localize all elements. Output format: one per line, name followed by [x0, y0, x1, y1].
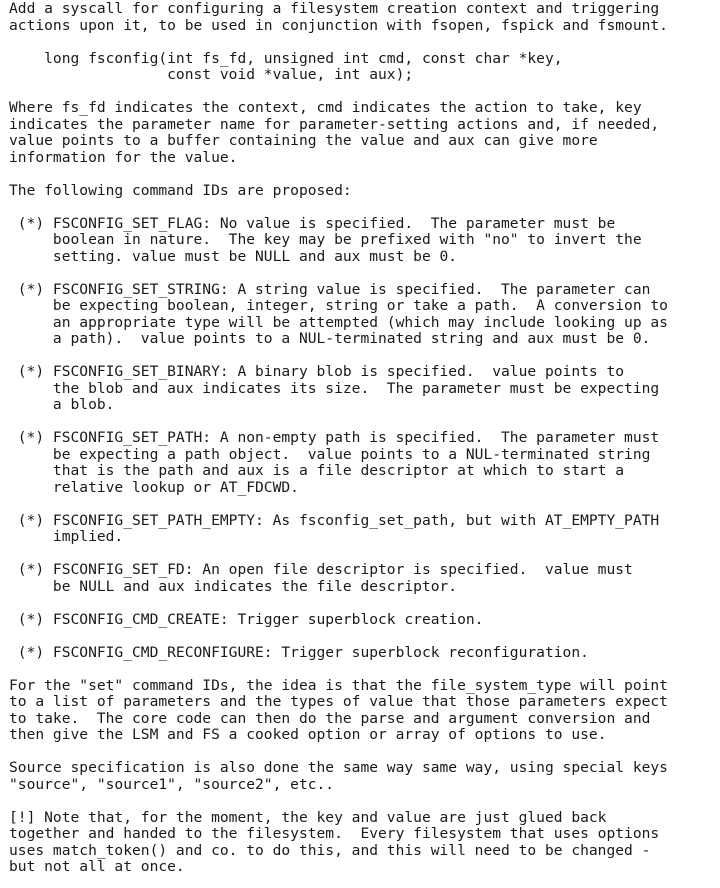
text-line: [!] Note that, for the moment, the key a… [9, 808, 607, 826]
text-line [9, 166, 668, 183]
text-line: Add a syscall for configuring a filesyst… [9, 0, 660, 17]
text-line: indicates the parameter name for paramet… [9, 115, 660, 133]
text-line [9, 595, 668, 612]
text-line: (*) FSCONFIG_SET_PATH_EMPTY: As fsconfig… [9, 511, 660, 529]
text-line: (*) FSCONFIG_SET_FD: An open file descri… [9, 561, 633, 578]
text-line [9, 199, 668, 216]
text-line: relative lookup or AT_FDCWD. [9, 478, 299, 496]
text-line: but not all at once. [9, 858, 185, 875]
text-line: For the "set" command IDs, the idea is t… [9, 676, 668, 694]
text-line: an appropriate type will be attempted (w… [9, 313, 668, 331]
text-line [9, 628, 668, 645]
text-line: implied. [9, 528, 124, 545]
text-line [9, 793, 668, 810]
text-line [9, 546, 668, 563]
text-line [9, 265, 668, 282]
text-line: Source specification is also done the sa… [9, 759, 668, 776]
text-line: the blob and aux indicates its size. The… [9, 379, 660, 397]
text-line [9, 348, 668, 365]
text-line: be NULL and aux indicates the file descr… [9, 577, 458, 595]
text-line: a path). value points to a NUL-terminate… [9, 330, 651, 347]
text-line: to a list of parameters and the types of… [9, 693, 668, 710]
text-line: to take. The core code can then do the p… [9, 709, 651, 727]
text-line: boolean in nature. The key may be prefix… [9, 231, 642, 248]
text-line: uses match_token() and co. to do this, a… [9, 841, 651, 859]
text-line: The following command IDs are proposed: [9, 181, 352, 199]
text-line [9, 661, 668, 678]
text-line: setting. value must be NULL and aux must… [9, 247, 458, 265]
text-line: (*) FSCONFIG_SET_FLAG: No value is speci… [9, 214, 616, 232]
text-line [9, 84, 668, 101]
text-line: long fsconfig(int fs_fd, unsigned int cm… [9, 49, 563, 67]
text-line: const void *value, int aux); [9, 66, 414, 83]
text-line [9, 414, 668, 431]
text-line: Where fs_fd indicates the context, cmd i… [9, 99, 642, 116]
document-body: Add a syscall for configuring a filesyst… [9, 0, 668, 876]
text-line [9, 34, 668, 51]
text-line: (*) FSCONFIG_CMD_CREATE: Trigger superbl… [9, 610, 484, 628]
text-line: be expecting boolean, integer, string or… [9, 297, 668, 314]
text-line: "source", "source1", "source2", etc.. [9, 775, 335, 793]
text-line: a blob. [9, 396, 115, 413]
text-line [9, 744, 668, 761]
text-line: then give the LSM and FS a cooked option… [9, 726, 607, 743]
text-line: that is the path and aux is a file descr… [9, 462, 625, 479]
text-line: (*) FSCONFIG_SET_PATH: A non-empty path … [9, 429, 660, 446]
text-line: value points to a buffer containing the … [9, 132, 598, 149]
text-line: be expecting a path object. value points… [9, 445, 651, 463]
text-line: together and handed to the filesystem. E… [9, 825, 660, 842]
text-line: (*) FSCONFIG_SET_STRING: A string value … [9, 280, 651, 298]
text-line [9, 496, 668, 513]
text-line: (*) FSCONFIG_CMD_RECONFIGURE: Trigger su… [9, 643, 589, 661]
text-line: information for the value. [9, 148, 238, 166]
text-line: (*) FSCONFIG_SET_BINARY: A binary blob i… [9, 363, 625, 380]
text-line: actions upon it, to be used in conjuncti… [9, 16, 668, 34]
